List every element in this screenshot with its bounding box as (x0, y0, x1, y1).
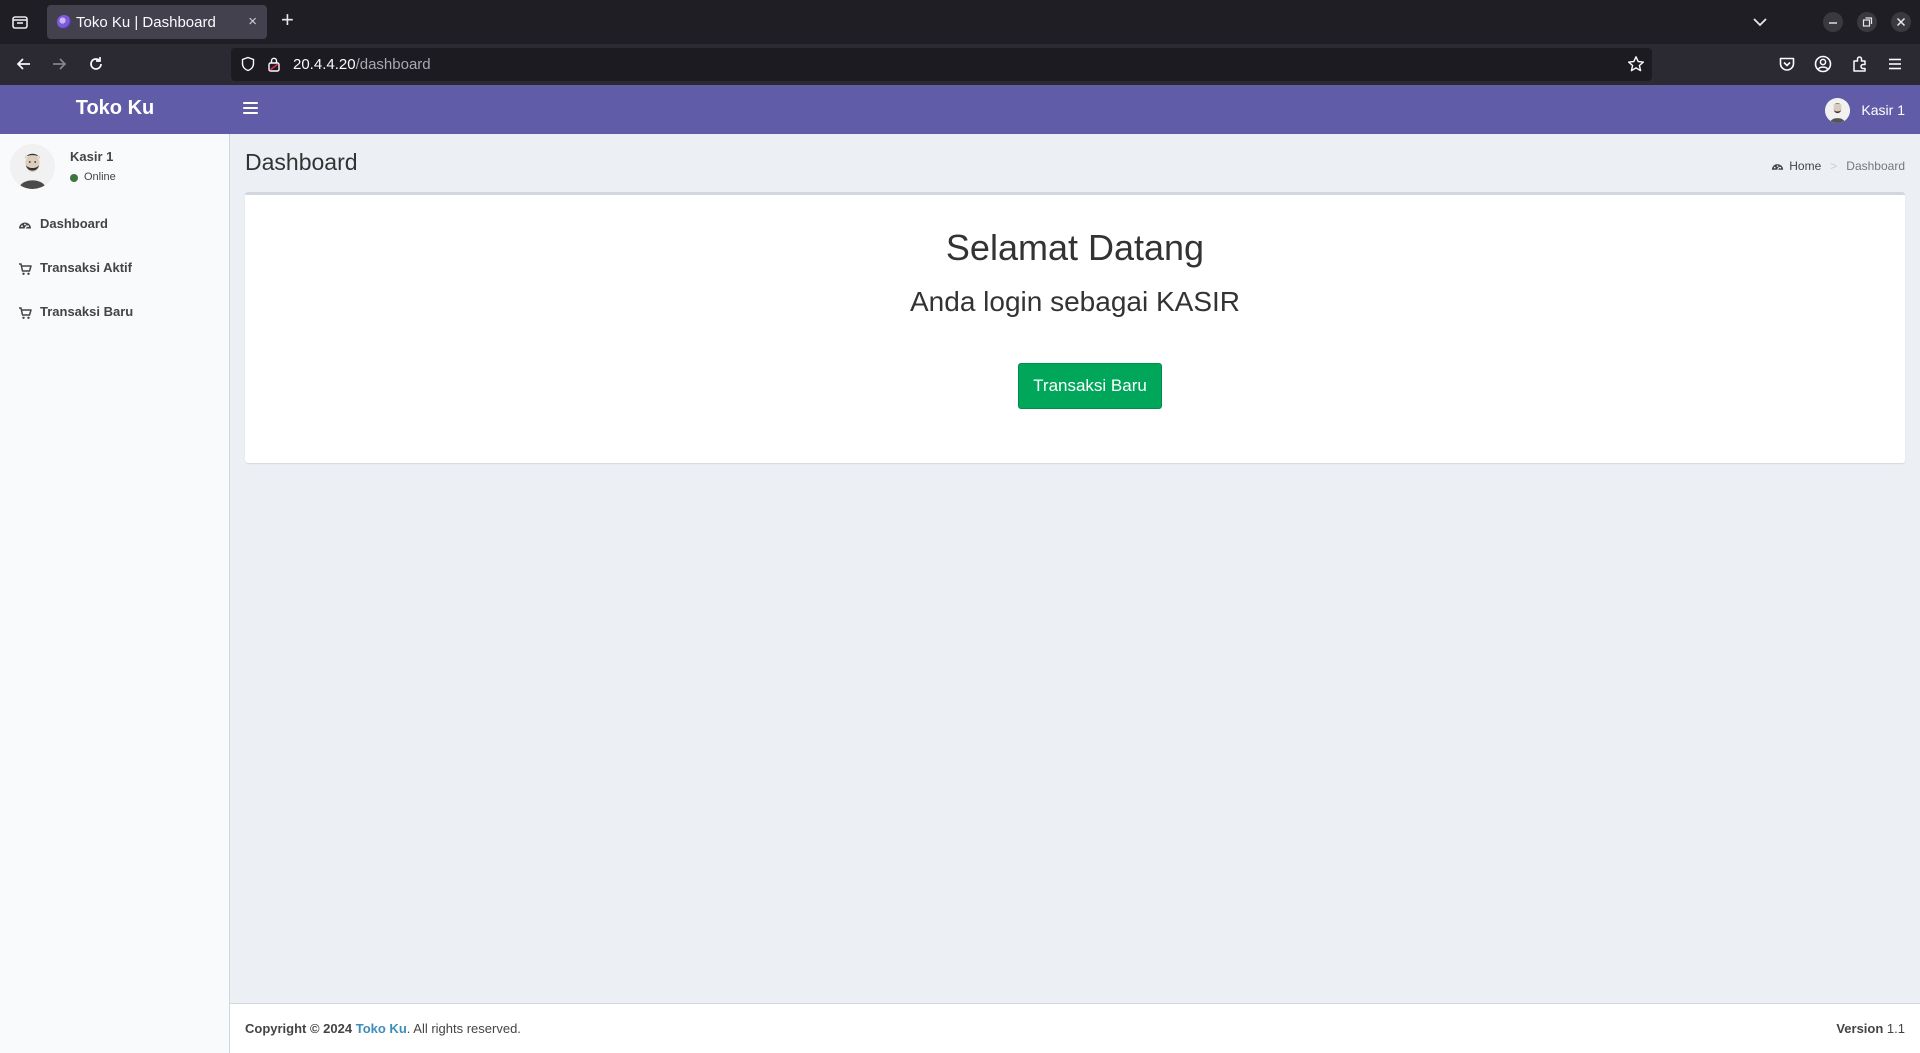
status-text: Online (84, 171, 116, 183)
pocket-icon[interactable] (1777, 54, 1797, 74)
back-arrow-icon[interactable] (14, 54, 34, 74)
cart-icon (18, 306, 32, 320)
cart-icon (18, 262, 32, 276)
content-header: Dashboard Home > Dashboard (245, 149, 1905, 189)
lock-icon[interactable] (267, 56, 281, 72)
avatar (1825, 97, 1851, 123)
login-role-text: Anda login sebagai KASIR (910, 286, 1240, 317)
new-transaction-button[interactable]: Transaksi Baru (1018, 363, 1162, 409)
browser-tab-active[interactable]: Toko Ku | Dashboard × (47, 5, 267, 39)
footer-version: Version 1.1 (1836, 1021, 1905, 1036)
sidebar-item-label: Transaksi Baru (40, 304, 134, 319)
sidebar-item-transaksi-baru[interactable]: Transaksi Baru (0, 291, 229, 335)
version-number: 1.1 (1886, 1021, 1905, 1036)
sidebar-toggle-icon[interactable] (243, 102, 258, 116)
breadcrumb-current: Dashboard (1846, 159, 1905, 173)
copyright-text: Copyright © 2024 (245, 1021, 353, 1036)
restore-icon[interactable] (1857, 12, 1877, 32)
breadcrumb-home-link[interactable]: Home (1789, 159, 1821, 173)
page-title: Dashboard (245, 149, 358, 175)
new-tab-icon[interactable]: + (281, 9, 294, 31)
online-status-icon (70, 174, 78, 182)
app-logo[interactable]: Toko Ku (0, 85, 230, 134)
app: Toko Ku Kasir 1 Kasir 1 Online Dashboard… (0, 85, 1920, 1053)
url-path: /dashboard (355, 56, 431, 73)
shield-icon[interactable] (240, 56, 256, 72)
breadcrumb-separator: > (1830, 159, 1838, 173)
extensions-icon[interactable] (1850, 54, 1870, 74)
site-favicon-icon (57, 15, 71, 29)
sidebar-menu: Dashboard Transaksi Aktif Transaksi Baru (0, 203, 229, 335)
dashboard-icon (1771, 160, 1784, 173)
sidebar-item-dashboard[interactable]: Dashboard (0, 203, 229, 247)
forward-arrow-icon[interactable] (49, 54, 69, 74)
bookmark-star-icon[interactable] (1627, 55, 1645, 73)
chevron-down-icon[interactable] (1751, 13, 1769, 31)
breadcrumb: Home > Dashboard (1771, 159, 1905, 173)
rights-text: . All rights reserved. (406, 1021, 521, 1036)
menu-hamburger-icon[interactable] (1885, 54, 1905, 74)
dashboard-icon (18, 218, 32, 232)
browser-nav-bar: 20.4.4.20/dashboard (0, 44, 1920, 85)
sidebar-item-label: Transaksi Aktif (40, 260, 133, 275)
sidebar-item-transaksi-aktif[interactable]: Transaksi Aktif (0, 247, 229, 291)
user-name: Kasir 1 (1861, 102, 1905, 118)
address-bar[interactable]: 20.4.4.20/dashboard (231, 48, 1652, 81)
sidebar-item-label: Dashboard (40, 216, 108, 231)
sidebar-user-name: Kasir 1 (70, 149, 114, 164)
browser-tab-bar: Toko Ku | Dashboard × + (0, 0, 1920, 44)
main-header: Toko Ku Kasir 1 (0, 85, 1920, 134)
welcome-heading: Selamat Datang (945, 227, 1205, 268)
account-icon[interactable] (1813, 54, 1833, 74)
user-menu[interactable]: Kasir 1 (1825, 97, 1905, 123)
footer-brand-link[interactable]: Toko Ku (356, 1021, 407, 1036)
footer-copyright: Copyright © 2024 Toko Ku. All rights res… (245, 1021, 521, 1036)
avatar (10, 144, 55, 189)
user-panel: Kasir 1 Online (10, 144, 220, 192)
content-wrapper: Dashboard Home > Dashboard Selamat Datan… (230, 134, 1920, 1003)
url-text[interactable]: 20.4.4.20/dashboard (293, 56, 431, 73)
url-host: 20.4.4.20 (293, 56, 356, 73)
version-label: Version (1836, 1021, 1884, 1036)
welcome-box: Selamat Datang Anda login sebagai KASIR … (245, 192, 1905, 463)
sidebar: Kasir 1 Online Dashboard Transaksi Aktif (0, 134, 230, 1053)
tab-title: Toko Ku | Dashboard (76, 14, 216, 31)
reload-icon[interactable] (86, 54, 106, 74)
close-window-icon[interactable] (1891, 12, 1911, 32)
main-footer: Copyright © 2024 Toko Ku. All rights res… (230, 1003, 1920, 1053)
close-tab-icon[interactable]: × (248, 13, 257, 30)
minimize-icon[interactable] (1823, 12, 1843, 32)
tab-list-icon[interactable] (10, 12, 30, 32)
